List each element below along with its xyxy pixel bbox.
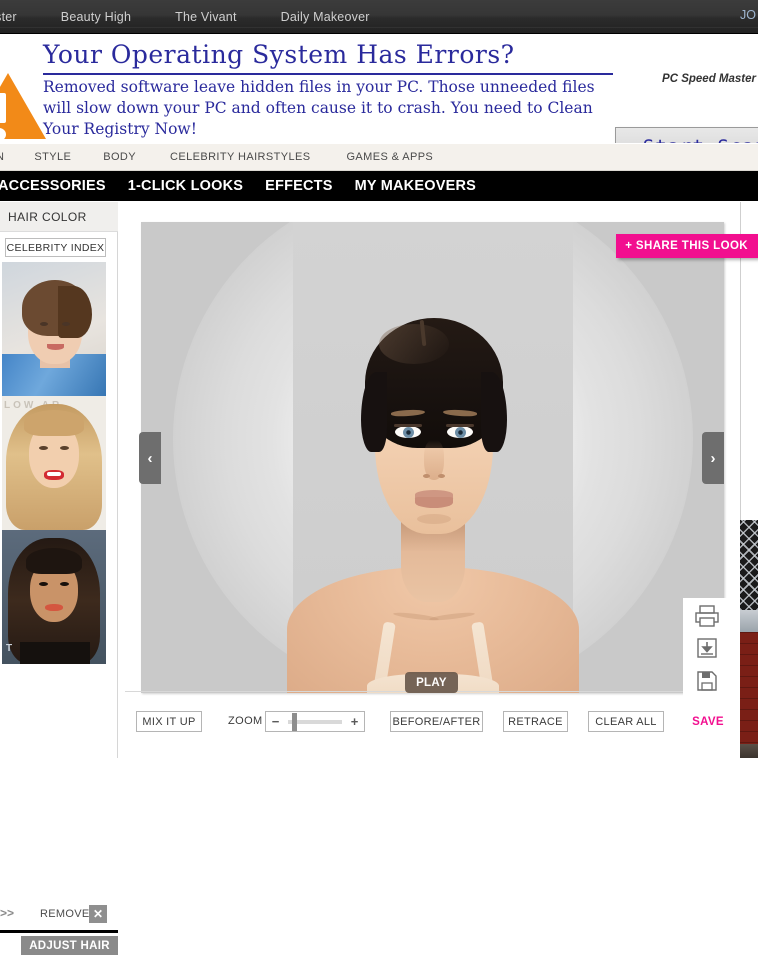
ad-brand-label: PC Speed Master [662, 73, 756, 85]
sidebar-divider [0, 930, 118, 933]
makeover-canvas[interactable] [141, 222, 724, 693]
share-this-look-button[interactable]: + SHARE THIS LOOK [616, 234, 758, 258]
floppy-save-icon[interactable] [694, 670, 720, 694]
nav-item-accessories[interactable]: ACCESSORIES [0, 178, 106, 194]
zoom-in-button[interactable]: + [345, 712, 364, 731]
thumb-3-overlay-text: T [6, 643, 14, 654]
ad-headline: Your Operating System Has Errors? [43, 40, 515, 69]
main-nav: ACCESSORIES 1-CLICK LOOKS EFFECTS MY MAK… [0, 171, 758, 201]
partner-link-beauty-high[interactable]: Beauty High [61, 10, 131, 24]
partner-bar-right-label[interactable]: JO [740, 8, 756, 22]
nav-item-1-click-looks[interactable]: 1-CLICK LOOKS [128, 178, 243, 194]
before-after-button[interactable]: BEFORE/AFTER [390, 711, 483, 732]
retrace-button[interactable]: RETRACE [503, 711, 568, 732]
left-sidebar: HAIR COLOR CELEBRITY INDEX LOW AR T >> R… [0, 202, 118, 955]
ad-body-text: Removed software leave hidden files in y… [43, 78, 595, 138]
partner-bar: aster Beauty High The Vivant Daily Makeo… [0, 0, 758, 34]
mix-it-up-button[interactable]: MIX IT UP [136, 711, 202, 732]
remove-label[interactable]: REMOVE [40, 908, 89, 920]
partner-link-the-vivant[interactable]: The Vivant [175, 10, 237, 24]
zoom-label: ZOOM [228, 715, 263, 727]
canvas-action-icon-strip [683, 598, 731, 698]
nav-light-item-celebrity-hairstyles[interactable]: CELEBRITY HAIRSTYLES [170, 151, 310, 163]
partner-bar-underline [0, 27, 758, 28]
celebrity-thumb-3[interactable]: T [2, 530, 106, 664]
makeover-stage-container [125, 202, 740, 706]
side-advertisement[interactable] [740, 520, 758, 758]
celebrity-thumb-2[interactable]: LOW AR [2, 396, 106, 530]
download-icon[interactable] [694, 637, 720, 661]
warning-triangle-icon [0, 73, 46, 139]
bottom-toolbar: MIX IT UP ZOOM − + BEFORE/AFTER RETRACE … [125, 706, 735, 758]
ad-rule [43, 73, 613, 75]
secondary-nav: N STYLE BODY CELEBRITY HAIRSTYLES GAMES … [0, 144, 758, 171]
play-button[interactable]: PLAY [405, 672, 458, 693]
sidebar-title-hair-color: HAIR COLOR [0, 202, 118, 232]
clear-all-button[interactable]: CLEAR ALL [588, 711, 664, 732]
nav-item-my-makeovers[interactable]: MY MAKEOVERS [355, 178, 476, 194]
zoom-slider-track[interactable] [288, 712, 342, 731]
nav-light-item-games-apps[interactable]: GAMES & APPS [346, 151, 433, 163]
celebrity-thumb-1[interactable] [2, 262, 106, 396]
nav-light-item-0[interactable]: N [0, 151, 4, 163]
zoom-out-button[interactable]: − [266, 712, 285, 731]
adjust-hair-button[interactable]: ADJUST HAIR [21, 936, 118, 955]
warning-triangle-bar [0, 93, 6, 123]
nav-light-item-body[interactable]: BODY [103, 151, 136, 163]
next-look-arrow[interactable]: › [702, 432, 724, 484]
save-button[interactable]: SAVE [685, 711, 731, 732]
zoom-slider-thumb[interactable] [292, 712, 297, 731]
partner-link-aster[interactable]: aster [0, 10, 17, 24]
nav-light-item-style[interactable]: STYLE [34, 151, 71, 163]
model-portrait-image[interactable] [286, 222, 579, 693]
sidebar-expand-chevron-icon[interactable]: >> [0, 906, 14, 920]
zoom-control[interactable]: − + [265, 711, 365, 732]
remove-close-icon[interactable]: ✕ [89, 905, 107, 923]
celebrity-index-button[interactable]: CELEBRITY INDEX [5, 238, 106, 257]
start-scan-button[interactable]: Start Scan [615, 127, 758, 143]
previous-look-arrow[interactable]: ‹ [139, 432, 161, 484]
partner-link-daily-makeover[interactable]: Daily Makeover [281, 10, 370, 24]
advertisement-banner[interactable]: Your Operating System Has Errors? Remove… [0, 35, 758, 143]
nav-item-effects[interactable]: EFFECTS [265, 178, 332, 194]
print-icon[interactable] [694, 604, 720, 628]
